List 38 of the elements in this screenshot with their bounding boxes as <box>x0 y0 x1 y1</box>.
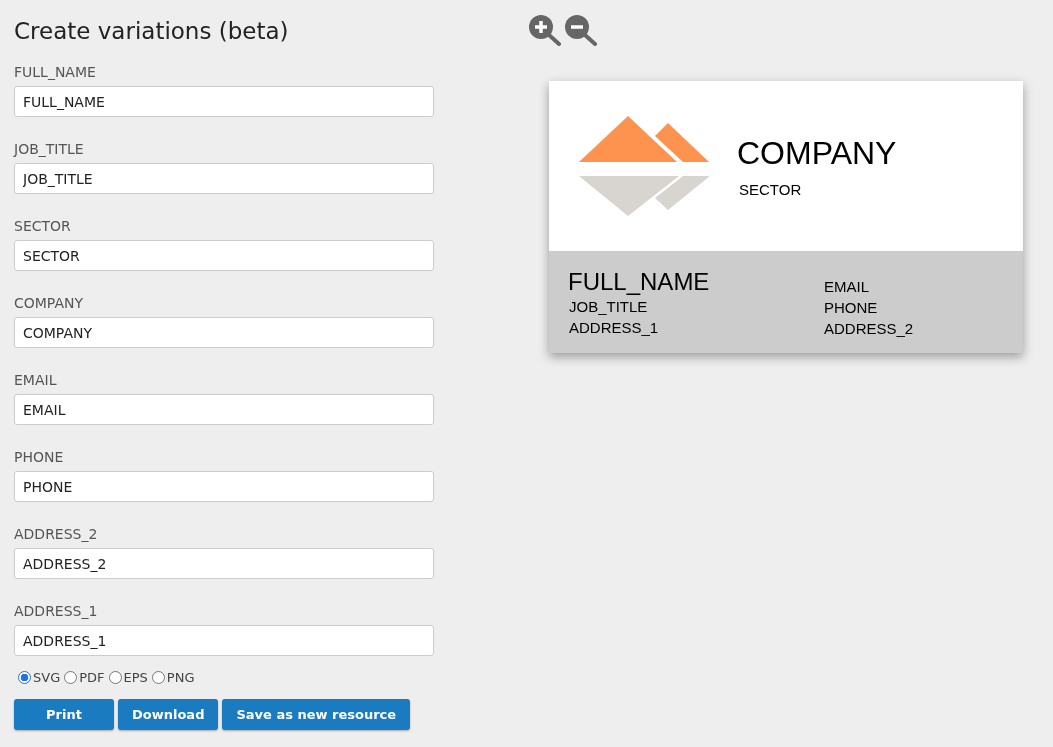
text-field[interactable]: SECTOR <box>14 240 434 271</box>
field-label: SECTOR <box>14 217 71 235</box>
radio-label: SVG <box>33 670 61 685</box>
text-field[interactable]: ADDRESS_2 <box>14 548 434 579</box>
radio-button[interactable] <box>64 671 78 684</box>
radio-label: PNG <box>166 670 195 685</box>
field-label: COMPANY <box>14 294 84 312</box>
field-label: ADDRESS_2 <box>14 525 98 543</box>
action-button[interactable]: Download <box>118 699 219 730</box>
field-label: ADDRESS_1 <box>14 602 98 620</box>
company-name: COMPANY <box>737 134 897 171</box>
text-field[interactable]: EMAIL <box>14 394 434 425</box>
action-button[interactable]: Print <box>14 699 114 730</box>
field-label: JOB_TITLE <box>14 140 84 158</box>
sector-text: SECTOR <box>738 180 803 198</box>
radio-button[interactable] <box>18 671 31 684</box>
field-label: PHONE <box>14 448 64 466</box>
action-button[interactable]: Save as new resource <box>222 699 411 730</box>
field-label: EMAIL <box>14 371 57 389</box>
email-text: EMAIL <box>823 277 870 297</box>
phone-text: PHONE <box>823 298 879 318</box>
zoom-out-icon[interactable] <box>564 14 598 46</box>
radio-label: EPS <box>123 670 148 685</box>
text-field[interactable]: JOB_TITLE <box>14 163 434 194</box>
job-title-text: JOB_TITLE <box>568 297 649 317</box>
person-name: FULL_NAME <box>568 269 711 295</box>
field-label: FULL_NAME <box>14 63 96 81</box>
address-text: ADDRESS_1 <box>568 318 660 338</box>
radio-button[interactable] <box>151 671 165 684</box>
zoom-in-icon[interactable] <box>528 14 562 46</box>
radio-button[interactable] <box>108 671 122 684</box>
text-field[interactable]: ADDRESS_1 <box>14 625 434 656</box>
address-text: ADDRESS_2 <box>823 319 914 339</box>
text-field[interactable]: PHONE <box>14 471 434 502</box>
text-field[interactable]: FULL_NAME <box>14 86 434 117</box>
page-title: Create variations (beta) <box>14 17 290 46</box>
radio-label: PDF <box>79 670 105 685</box>
text-field[interactable]: COMPANY <box>14 317 434 348</box>
